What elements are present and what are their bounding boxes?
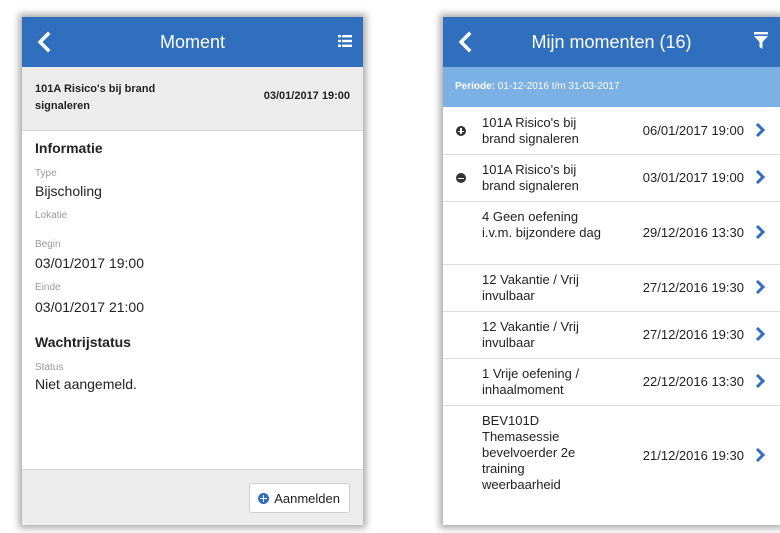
- minus-circle-icon[interactable]: [456, 173, 466, 183]
- mijn-momenten-screen: Mijn momenten (16) Periode: 01-12-2016 t…: [443, 17, 780, 525]
- periode-value: 01-12-2016 t/m 31-03-2017: [495, 81, 620, 92]
- footer-bar: Aanmelden: [22, 469, 363, 525]
- list-item-date: 03/01/2017 19:00: [642, 170, 744, 185]
- list-item[interactable]: 4 Geen oefening i.v.m. bijzondere dag 29…: [443, 202, 780, 265]
- list-item-date: 22/12/2016 13:30: [642, 374, 744, 389]
- wachtrijstatus-heading: Wachtrijstatus: [35, 334, 131, 350]
- aanmelden-label: Aanmelden: [274, 490, 340, 506]
- moment-title: 101A Risico's bij brand signaleren: [35, 83, 156, 112]
- moment-detail-screen: Moment 101A Risico's bij brand signalere…: [22, 17, 363, 525]
- aanmelden-button[interactable]: Aanmelden: [249, 483, 350, 513]
- chevron-right-icon: [755, 373, 766, 389]
- list-item-date: 06/01/2017 19:00: [642, 123, 744, 138]
- list-item-title: 1 Vrije oefening / inhaalmoment: [482, 366, 580, 397]
- periode-label: Periode:: [455, 81, 496, 92]
- list-item[interactable]: 101A Risico's bij brand signaleren 03/01…: [443, 155, 780, 202]
- list-item-title: 12 Vakantie / Vrij invulbaar: [482, 319, 579, 350]
- chevron-right-icon: [755, 279, 766, 295]
- list-item-date: 27/12/2016 19:30: [642, 327, 744, 342]
- begin-value: 03/01/2017 19:00: [35, 255, 144, 271]
- chevron-right-icon: [755, 447, 766, 463]
- list-item-date: 29/12/2016 13:30: [642, 225, 744, 240]
- einde-value: 03/01/2017 21:00: [35, 299, 144, 315]
- status-value: Niet aangemeld.: [35, 376, 137, 392]
- list-item-date: 27/12/2016 19:30: [642, 280, 744, 295]
- list-item-title: 101A Risico's bij brand signaleren: [482, 162, 579, 193]
- chevron-right-icon: [755, 224, 766, 240]
- status-label: Status: [35, 362, 64, 373]
- type-label: Type: [35, 168, 57, 179]
- periode-bar: Periode: 01-12-2016 t/m 31-03-2017: [443, 67, 780, 107]
- list-item-title: 4 Geen oefening i.v.m. bijzondere dag: [482, 209, 601, 240]
- list-item-title: 12 Vakantie / Vrij invulbaar: [482, 272, 579, 303]
- list-item-title: 101A Risico's bij brand signaleren: [482, 115, 579, 146]
- informatie-heading: Informatie: [35, 140, 103, 156]
- list-item-date: 21/12/2016 19:30: [642, 448, 744, 463]
- plus-circle-icon: [258, 492, 270, 504]
- chevron-right-icon: [755, 122, 766, 138]
- chevron-right-icon: [755, 326, 766, 342]
- begin-label: Begin: [35, 239, 61, 250]
- moments-list: 101A Risico's bij brand signaleren 06/01…: [443, 108, 780, 506]
- list-item[interactable]: BEV101D Themasessie bevelvoerder 2e trai…: [443, 406, 780, 506]
- plus-circle-icon[interactable]: [456, 126, 466, 136]
- list-item[interactable]: 12 Vakantie / Vrij invulbaar 27/12/2016 …: [443, 265, 780, 312]
- page-title: Moment: [159, 32, 226, 52]
- page-title: Mijn momenten (16): [531, 32, 692, 52]
- type-value: Bijscholing: [35, 183, 102, 199]
- list-item[interactable]: 101A Risico's bij brand signaleren 06/01…: [443, 108, 780, 155]
- chevron-right-icon: [755, 169, 766, 185]
- list-item[interactable]: 1 Vrije oefening / inhaalmoment 22/12/20…: [443, 359, 780, 406]
- moment-date: 03/01/2017 19:00: [263, 90, 350, 102]
- navbar: Mijn momenten (16): [443, 17, 780, 67]
- navbar: Moment: [22, 17, 363, 67]
- list-item-title: BEV101D Themasessie bevelvoerder 2e trai…: [482, 413, 576, 492]
- lokatie-label: Lokatie: [35, 210, 68, 221]
- list-icon[interactable]: [338, 34, 352, 48]
- list-item[interactable]: 12 Vakantie / Vrij invulbaar 27/12/2016 …: [443, 312, 780, 359]
- einde-label: Einde: [35, 282, 61, 293]
- filter-icon[interactable]: [754, 32, 768, 50]
- moment-header: 101A Risico's bij brand signaleren 03/01…: [22, 67, 363, 131]
